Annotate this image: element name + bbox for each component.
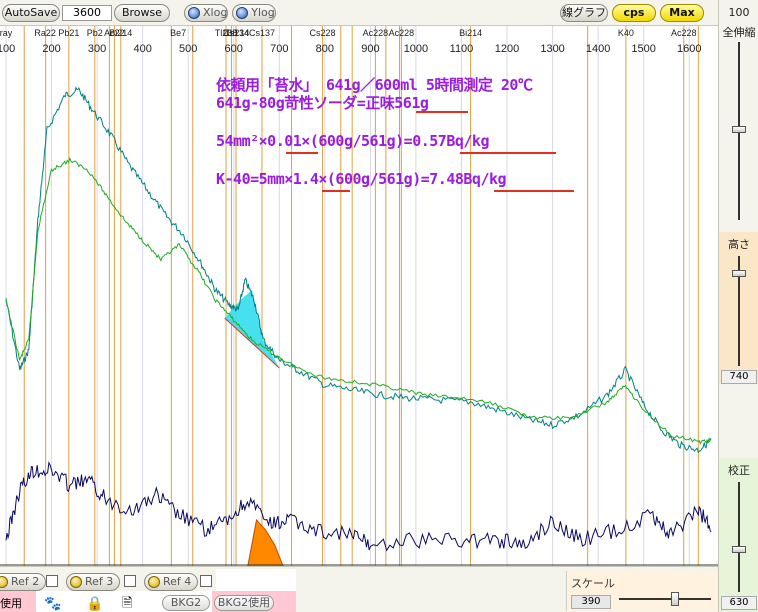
radio-icon — [0, 576, 8, 588]
zoom-all-slider-thumb[interactable] — [732, 126, 746, 133]
toolbar: AutoSave 3600 Browse Xlog Ylog 線グラフ cps … — [0, 0, 758, 26]
annotation-line-3: 54mm²×0.01×(600g/561g)=0.57Bq/kg — [216, 132, 489, 150]
x-tick-label: 100 — [0, 43, 15, 55]
underline-mark — [460, 152, 556, 154]
document-icon[interactable]: 🗎 — [122, 597, 132, 611]
x-tick-label: 200 — [42, 43, 60, 55]
radio-icon — [70, 576, 82, 588]
right-control-panel: 100 全伸縮 高さ 740 校正 630 — [718, 0, 758, 612]
x-tick-label: 800 — [316, 43, 334, 55]
calibrate-section: 校正 630 — [719, 458, 758, 612]
use-bar: 使用 — [0, 591, 36, 612]
calibrate-slider-thumb[interactable] — [732, 546, 746, 553]
x-tick-label: 700 — [270, 43, 288, 55]
max-button[interactable]: Max — [660, 4, 704, 22]
x-tick-label: 600 — [225, 43, 243, 55]
scale-label: スケール — [571, 577, 615, 590]
nuclide-label: Cs137 — [249, 28, 275, 38]
ref4-label: Ref 4 — [163, 575, 192, 588]
nuclide-label: Bi214 — [459, 28, 482, 38]
ref2-button[interactable]: Ref 2 — [0, 573, 47, 591]
annotation-line-2: 641g-80g苛性ソーダ=正味561g — [216, 94, 429, 112]
cps-button[interactable]: cps — [612, 4, 656, 22]
ref2-label: Ref 2 — [11, 575, 40, 588]
x-tick-label: 1600 — [677, 43, 701, 55]
ylog-toggle[interactable]: Ylog — [232, 4, 276, 22]
nuclide-label: ray — [0, 28, 13, 38]
radio-icon — [188, 7, 200, 19]
line-graph-button[interactable]: 線グラフ — [560, 4, 608, 22]
nuclide-label: Ac228 — [389, 28, 415, 38]
nuclide-label: Bi214 — [109, 28, 132, 38]
calibrate-label: 校正 — [728, 464, 750, 477]
spectrum-series — [5, 156, 712, 445]
use-label: 使用 — [0, 597, 22, 610]
x-tick-label: 900 — [361, 43, 379, 55]
bkg2-button[interactable]: BKG2 — [162, 595, 210, 611]
scale-slider-track[interactable] — [619, 598, 711, 600]
zoom-all-label: 全伸縮 — [722, 26, 756, 39]
peak-fill-area — [224, 290, 280, 368]
bottom-bar: Ref 2 Ref 3 Ref 4 使用 🐾 🔒 🗎 BKG2 BKG2使用 ス… — [0, 566, 718, 612]
xlog-label: Xlog — [203, 6, 228, 19]
ref4-checkbox[interactable] — [200, 575, 212, 587]
browse-button[interactable]: Browse — [114, 4, 170, 22]
calibrate-value: 630 — [721, 596, 757, 610]
nuclide-label: Pb2 — [87, 28, 103, 38]
underline-mark — [322, 190, 350, 192]
ref3-checkbox[interactable] — [124, 575, 136, 587]
nuclide-label: Cs228 — [310, 28, 336, 38]
height-label: 高さ — [728, 238, 750, 251]
nuclide-label: Cs134 — [223, 28, 249, 38]
scale-panel: スケール 390 — [566, 571, 718, 611]
nuclide-label: K40 — [618, 28, 634, 38]
height-value: 740 — [721, 370, 757, 384]
underline-mark — [286, 152, 318, 154]
underline-mark — [494, 190, 574, 192]
peak-fill-area — [247, 518, 284, 566]
ref3-button[interactable]: Ref 3 — [66, 573, 121, 591]
x-tick-label: 1200 — [495, 43, 519, 55]
lock-icon[interactable]: 🔒 — [86, 597, 103, 611]
scale-slider-thumb[interactable] — [671, 592, 679, 606]
underline-mark — [416, 111, 468, 113]
autosave-button[interactable]: AutoSave — [2, 4, 60, 22]
bkg2-use-button[interactable]: BKG2使用 — [214, 595, 274, 611]
ref3-label: Ref 3 — [85, 575, 114, 588]
x-tick-label: 1400 — [586, 43, 610, 55]
nuclide-label: Ra22 — [34, 28, 56, 38]
ref4-button[interactable]: Ref 4 — [144, 573, 199, 591]
x-tick-label: 500 — [179, 43, 197, 55]
x-tick-label: 1100 — [450, 43, 474, 55]
x-tick-label: 1300 — [540, 43, 564, 55]
paw-icon[interactable]: 🐾 — [44, 597, 61, 611]
nuclide-label: Pb21 — [58, 28, 79, 38]
ref2-checkbox[interactable] — [46, 575, 58, 587]
ylog-label: Ylog — [251, 6, 275, 19]
radio-icon — [236, 7, 248, 19]
radio-icon — [148, 576, 160, 588]
nuclide-label: Ac228 — [671, 28, 697, 38]
x-tick-label: 300 — [88, 43, 106, 55]
x-tick-label: 400 — [133, 43, 151, 55]
xlog-toggle[interactable]: Xlog — [184, 4, 228, 22]
nuclide-label: Ac228 — [363, 28, 389, 38]
spectrum-series — [5, 461, 712, 552]
height-slider-thumb[interactable] — [732, 270, 746, 277]
measurement-time-input[interactable]: 3600 — [62, 5, 112, 21]
x-tick-label: 1500 — [631, 43, 655, 55]
top-value-label: 100 — [728, 6, 750, 19]
x-tick-label: 1000 — [404, 43, 428, 55]
spectrum-plot[interactable]: 100 200 300 400 500 600 700 800 900 1000 1100 1200 1… — [0, 26, 718, 566]
height-section: 高さ 740 — [719, 232, 758, 384]
annotation-line-4: K-40=5mm×1.4×(600g/561g)=7.48Bq/kg — [216, 170, 507, 188]
scale-value: 390 — [571, 595, 611, 609]
calibrate-slider-track[interactable] — [738, 482, 740, 592]
nuclide-label: Be7 — [170, 28, 186, 38]
